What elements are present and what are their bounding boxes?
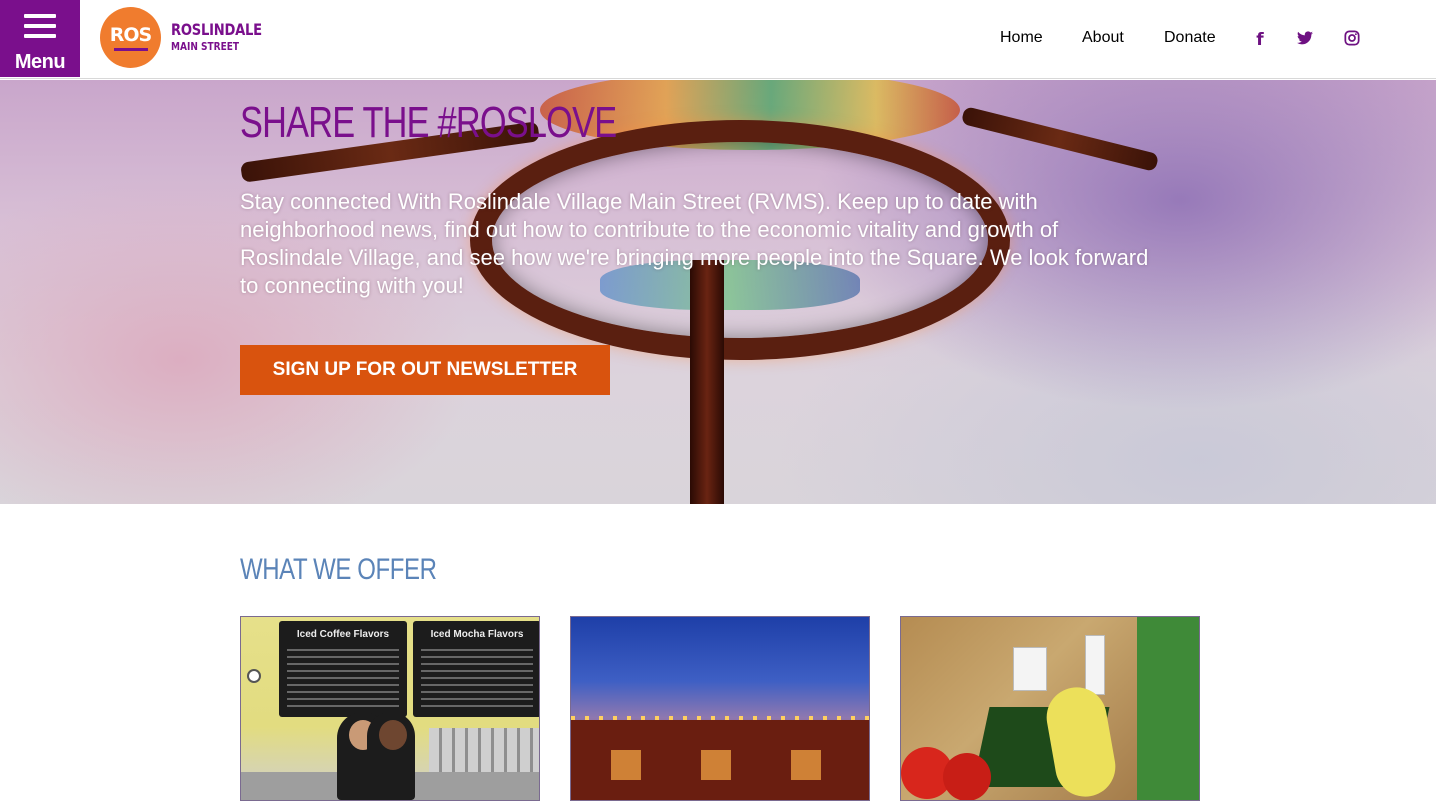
- nav-donate[interactable]: Donate: [1164, 29, 1216, 47]
- offer-section-title: WHAT WE OFFER: [240, 553, 437, 586]
- window: [791, 750, 821, 780]
- window: [701, 750, 731, 780]
- menu-button[interactable]: Menu: [0, 0, 80, 77]
- menu-label: Menu: [14, 51, 66, 73]
- offer-card-farmers-market[interactable]: [900, 616, 1200, 801]
- greens: [1137, 617, 1199, 800]
- facebook-icon[interactable]: f: [1250, 30, 1270, 50]
- window: [611, 750, 641, 780]
- ride-arm-right: [960, 106, 1160, 172]
- site-header: Menu ROS ROSLINDALE MAIN STREET Home Abo…: [0, 0, 1436, 79]
- hero-description: Stay connected With Roslindale Village M…: [240, 189, 1149, 298]
- hero-section: SHARE THE #ROSLOVE Stay connected With R…: [0, 80, 1436, 504]
- hero-title: SHARE THE #ROSLOVE: [240, 98, 617, 147]
- menu-board: Iced Coffee Flavors: [279, 621, 407, 717]
- price-sign: [1085, 635, 1105, 695]
- newsletter-signup-button[interactable]: SIGN UP FOR OUT NEWSLETTER: [240, 345, 610, 395]
- hamburger-icon: [24, 14, 56, 38]
- barista-person: [367, 712, 415, 800]
- site-logo[interactable]: ROS ROSLINDALE MAIN STREET: [100, 6, 282, 68]
- menu-board: Iced Mocha Flavors: [413, 621, 539, 717]
- logo-wordmark: ROSLINDALE MAIN STREET: [171, 20, 262, 53]
- syrup-bottles: [429, 728, 539, 774]
- offer-card-coffee[interactable]: Iced Coffee Flavors Iced Mocha Flavors: [240, 616, 540, 801]
- clock-icon: [247, 669, 261, 683]
- tomato: [943, 753, 991, 800]
- logo-mark: ROS: [100, 6, 161, 68]
- nav-home[interactable]: Home: [1000, 29, 1043, 47]
- instagram-icon[interactable]: [1342, 30, 1362, 51]
- offer-card-evening-square[interactable]: [570, 616, 870, 801]
- nav-about[interactable]: About: [1082, 29, 1124, 47]
- price-sign: [1013, 647, 1047, 691]
- twitter-icon[interactable]: [1295, 30, 1315, 50]
